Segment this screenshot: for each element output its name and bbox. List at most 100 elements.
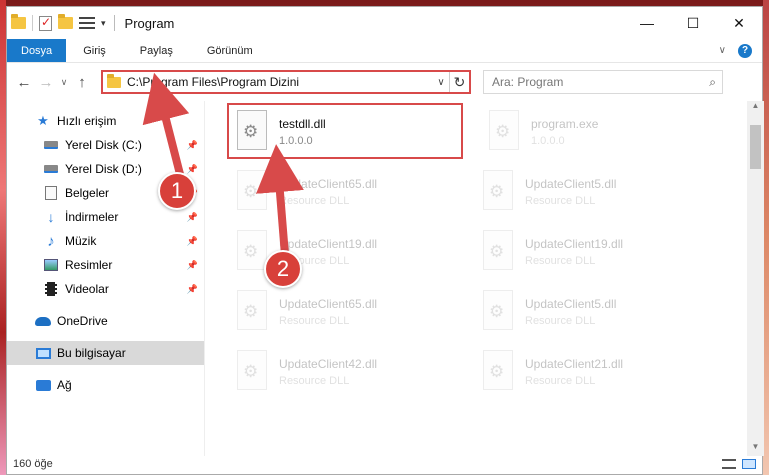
forward-arrow-icon[interactable]: → [35,74,57,91]
window-title: Program [124,15,175,31]
window-controls: — ☐ ✕ [624,7,762,39]
tab-home[interactable]: Giriş [66,39,123,62]
star-icon: ★ [37,113,49,128]
properties-icon[interactable] [39,15,52,31]
file-item-program-exe[interactable]: ⚙ program.exe 1.0.0.0 [481,103,715,161]
address-path[interactable]: C:\Program Files\Program Dizini [127,75,299,89]
file-item[interactable]: ⚙ UpdateClient65.dll Resource DLL [229,283,463,341]
file-type: Resource DLL [525,375,596,387]
tab-share[interactable]: Paylaş [123,39,190,62]
file-item[interactable]: ⚙ UpdateClient5.dll Resource DLL [475,283,709,341]
file-type: Resource DLL [525,315,596,327]
status-bar: 160 öğe [7,454,764,474]
dll-file-icon: ⚙ [479,170,517,214]
search-placeholder: Ara: Program [492,75,564,89]
scroll-thumb[interactable] [750,125,761,169]
download-icon: ↓ [47,209,55,225]
expand-ribbon-icon[interactable]: ∨ [719,45,726,56]
sidebar-item-videos[interactable]: Videolar 📌 [7,277,204,301]
back-arrow-icon[interactable]: ← [13,74,35,91]
large-icons-view-icon[interactable] [742,459,756,469]
sidebar-item-label: Videolar [65,282,109,296]
ribbon-tabs: Dosya Giriş Paylaş Görünüm ∨ ? [7,39,762,63]
explorer-window: ▾ Program — ☐ ✕ Dosya Giriş Paylaş Görün… [6,6,764,475]
sidebar-item-music[interactable]: ♪ Müzik 📌 [7,229,204,253]
sidebar-item-disk-c[interactable]: Yerel Disk (C:) 📌 [7,133,204,157]
recent-locations-icon[interactable]: ∨ [57,77,71,88]
sidebar-item-label: İndirmeler [65,210,119,224]
customize-dropdown-icon[interactable]: ▾ [101,18,106,29]
network-icon [35,378,51,392]
file-item[interactable]: ⚙ UpdateClient65.dll Resource DLL [229,163,463,221]
toolbar-divider [32,15,33,31]
search-input[interactable]: Ara: Program ⌕ [483,70,723,94]
refresh-icon[interactable]: ↻ [449,72,469,92]
sidebar-item-label: Bu bilgisayar [57,346,126,360]
file-name: UpdateClient65.dll [279,297,378,311]
minimize-button[interactable]: — [624,7,670,39]
file-name: UpdateClient5.dll [525,297,617,311]
document-icon [43,186,59,200]
address-bar[interactable]: C:\Program Files\Program Dizini ∨ ↻ [101,70,471,94]
cloud-icon [35,314,51,328]
file-item[interactable]: ⚙ UpdateClient19.dll Resource DLL [475,223,709,281]
file-version: 1.0.0.0 [531,135,565,147]
sidebar-item-this-pc[interactable]: Bu bilgisayar [7,341,204,365]
sidebar-item-network[interactable]: Ağ [7,373,204,397]
sidebar-item-label: Hızlı erişim [57,114,117,128]
scroll-up-icon[interactable]: ▲ [747,101,764,115]
pin-icon[interactable]: 📌 [187,236,198,247]
pin-icon[interactable]: 📌 [187,164,198,175]
exe-file-icon: ⚙ [485,110,523,154]
dll-file-icon: ⚙ [479,230,517,274]
dll-file-icon: ⚙ [479,350,517,394]
new-folder-icon[interactable] [58,14,73,29]
folder-icon [107,73,121,88]
sidebar-item-onedrive[interactable]: OneDrive [7,309,204,333]
file-type: Resource DLL [279,375,350,387]
dll-file-icon: ⚙ [233,170,271,214]
view-icon[interactable] [79,17,95,29]
sidebar-item-quick-access[interactable]: ★ Hızlı erişim [7,109,204,133]
file-name: UpdateClient19.dll [525,237,624,251]
maximize-button[interactable]: ☐ [670,7,716,39]
file-name: UpdateClient5.dll [525,177,617,191]
file-name: UpdateClient21.dll [525,357,624,371]
sidebar-item-label: Resimler [65,258,113,272]
folder-icon [11,14,26,29]
help-icon[interactable]: ? [738,43,752,58]
details-view-icon[interactable] [722,459,736,469]
pin-icon[interactable]: 📌 [187,284,198,295]
file-name: UpdateClient42.dll [279,357,378,371]
disk-icon [43,138,59,152]
music-icon: ♪ [47,232,55,250]
file-item[interactable]: ⚙ UpdateClient42.dll Resource DLL [229,343,463,401]
up-arrow-icon[interactable]: ↑ [71,74,93,91]
sidebar-item-label: Yerel Disk (D:) [65,162,142,176]
tab-file[interactable]: Dosya [7,39,67,62]
highlight-box [227,103,463,159]
explorer-body: ★ Hızlı erişim Yerel Disk (C:) 📌 Yerel D… [7,101,764,456]
vertical-scrollbar[interactable]: ▲ ▼ [747,101,764,456]
pin-icon[interactable]: 📌 [187,212,198,223]
tab-view[interactable]: Görünüm [190,39,270,62]
file-name: UpdateClient19.dll [279,237,378,251]
sidebar-item-label: Ağ [57,378,72,392]
step-badge-2: 2 [264,250,302,288]
computer-icon [35,346,51,360]
sidebar-item-pictures[interactable]: Resimler 📌 [7,253,204,277]
pin-icon[interactable]: 📌 [187,260,198,271]
address-dropdown-icon[interactable]: ∨ [433,77,449,88]
file-item[interactable]: ⚙ UpdateClient5.dll Resource DLL [475,163,709,221]
pin-icon[interactable]: 📌 [187,140,198,151]
title-bar: ▾ Program — ☐ ✕ [7,7,762,39]
pictures-icon [43,258,59,272]
item-count: 160 öğe [13,458,53,470]
close-button[interactable]: ✕ [716,7,762,39]
disk-icon [43,162,59,176]
file-item[interactable]: ⚙ UpdateClient21.dll Resource DLL [475,343,709,401]
search-icon: ⌕ [709,74,716,89]
sidebar-item-label: Yerel Disk (C:) [65,138,142,152]
address-row: ← → ∨ ↑ C:\Program Files\Program Dizini … [7,63,762,101]
